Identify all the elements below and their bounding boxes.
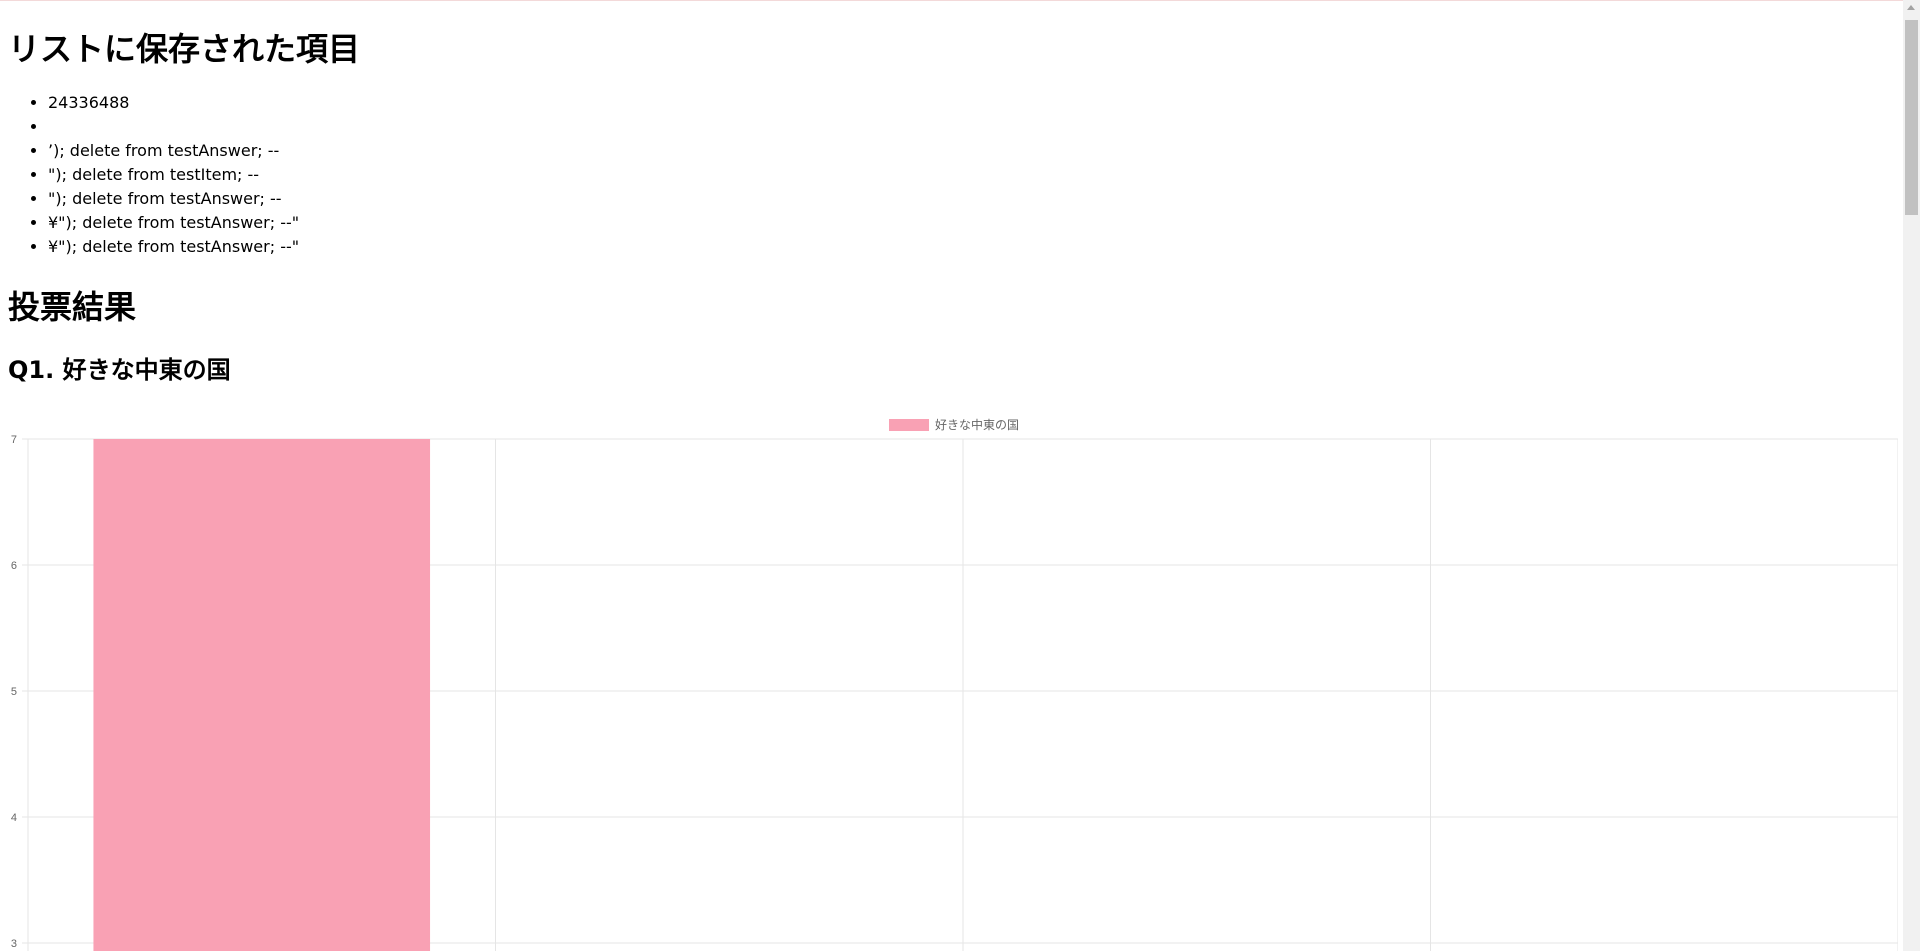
legend-label: 好きな中東の国 (935, 417, 1019, 432)
scrollbar-thumb[interactable] (1905, 20, 1918, 215)
list-item: ¥"); delete from testAnswer; --" (48, 235, 299, 259)
scroll-up-arrow-icon[interactable] (1907, 5, 1915, 10)
list-item: "); delete from testAnswer; -- (48, 187, 299, 211)
bar-chart-svg: 7 6 5 4 3 好きな中東の国 (11, 417, 1898, 951)
list-item: ’); delete from testAnswer; -- (48, 139, 299, 163)
list-item (48, 115, 299, 139)
bar-chart: 7 6 5 4 3 好きな中東の国 (8, 410, 1898, 951)
vertical-scrollbar[interactable] (1903, 0, 1920, 951)
saved-items-list: 24336488 ’); delete from testAnswer; -- … (8, 91, 299, 259)
y-tick-label: 3 (11, 938, 17, 950)
y-tick-label: 6 (11, 560, 17, 572)
y-tick-label: 7 (11, 434, 17, 446)
question-title: Q1. 好きな中東の国 (8, 356, 231, 384)
y-tick-label: 5 (11, 686, 17, 698)
list-item: "); delete from testItem; -- (48, 163, 299, 187)
y-tick-label: 4 (11, 812, 17, 824)
list-heading: リストに保存された項目 (8, 30, 361, 68)
bar (93, 439, 431, 951)
top-border (0, 0, 1920, 1)
legend-swatch (889, 419, 929, 431)
list-item: ¥"); delete from testAnswer; --" (48, 211, 299, 235)
results-heading: 投票結果 (8, 288, 137, 326)
list-item: 24336488 (48, 91, 299, 115)
